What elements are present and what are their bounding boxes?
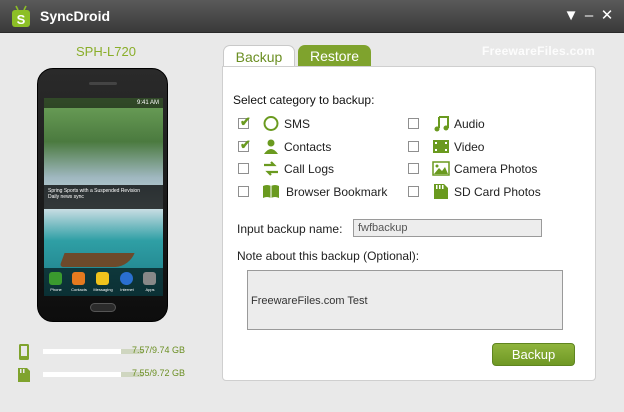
phone-app-icon: [49, 272, 62, 285]
sd-storage-row: 7.55/9.72 GB: [17, 367, 207, 382]
phone-storage-bar: [43, 349, 143, 354]
category-sd-card-photos[interactable]: SD Card Photos: [408, 183, 568, 201]
sd-storage-text: 7.55/9.72 GB: [132, 368, 186, 378]
checkmark-icon: ✔: [240, 114, 251, 129]
phone-storage-bar-fill: [43, 349, 121, 354]
sd-card-photos-checkbox[interactable]: [408, 186, 419, 197]
video-checkbox[interactable]: [408, 141, 419, 152]
phone-screen: 9:41 AM Spring Sports with a Suspended R…: [44, 98, 163, 296]
svg-text:S: S: [17, 12, 26, 27]
messaging-app-icon: [96, 272, 109, 285]
browser-bookmark-checkbox[interactable]: [238, 186, 249, 197]
category-sms[interactable]: ✔ SMS: [238, 115, 388, 133]
browser-bookmark-label: Browser Bookmark: [286, 185, 388, 199]
phone-status-bar: 9:41 AM: [44, 98, 163, 108]
backup-note-textarea[interactable]: FreewareFiles.com Test: [247, 270, 563, 330]
sd-storage-bar: [43, 372, 143, 377]
call-logs-label: Call Logs: [284, 162, 335, 176]
minimize-icon[interactable]: –: [580, 7, 598, 25]
title-bar: S SyncDroid ▼ – ✕: [0, 0, 624, 33]
dock-label: Internet: [120, 287, 134, 292]
category-browser-bookmark[interactable]: Browser Bookmark: [238, 183, 398, 201]
sd-card-photos-icon: [434, 184, 448, 199]
camera-photos-checkbox[interactable]: [408, 163, 419, 174]
phone-dock: Phone Contacts Messaging Internet Apps: [44, 268, 163, 296]
dock-label: Contacts: [71, 287, 87, 292]
section-title: Select category to backup:: [233, 93, 375, 107]
phone-storage-text: 7.57/9.74 GB: [132, 345, 186, 355]
category-audio[interactable]: Audio: [408, 115, 558, 133]
audio-checkbox[interactable]: [408, 118, 419, 129]
backup-button[interactable]: Backup: [492, 343, 575, 366]
app-title: SyncDroid: [40, 8, 111, 24]
category-call-logs[interactable]: Call Logs: [238, 160, 388, 178]
bookmark-icon: [263, 185, 279, 198]
sd-card-photos-label: SD Card Photos: [454, 185, 541, 199]
tab-backup[interactable]: Backup: [223, 45, 295, 67]
device-panel: SPH-L720 9:41 AM Spring Sports with a Su…: [0, 34, 212, 412]
contacts-label: Contacts: [284, 140, 332, 154]
category-contacts[interactable]: ✔ Contacts: [238, 138, 388, 156]
internet-app-icon: [120, 272, 133, 285]
sms-checkbox[interactable]: ✔: [238, 114, 251, 129]
phone-storage-icon: [19, 344, 29, 360]
category-camera-photos[interactable]: Camera Photos: [408, 160, 568, 178]
phone-home-button: [90, 303, 116, 312]
contacts-app-icon: [72, 272, 85, 285]
sd-card-icon: [18, 368, 30, 382]
sd-storage-bar-fill: [43, 372, 121, 377]
contacts-icon: [264, 139, 278, 154]
close-icon[interactable]: ✕: [598, 7, 616, 25]
call-logs-checkbox[interactable]: [238, 163, 249, 174]
camera-photos-icon: [432, 161, 450, 176]
backup-name-label: Input backup name:: [237, 222, 343, 236]
checkmark-icon: ✔: [240, 137, 251, 152]
phone-speaker: [89, 82, 117, 85]
dock-label: Messaging: [93, 287, 113, 292]
apps-icon: [143, 272, 156, 285]
menu-icon[interactable]: ▼: [562, 7, 580, 25]
backup-name-input[interactable]: [353, 219, 542, 237]
widget-subline: Daily news sync: [48, 194, 84, 200]
sms-icon: [263, 116, 279, 131]
phone-storage-row: 7.57/9.74 GB: [17, 344, 207, 360]
video-label: Video: [454, 140, 485, 154]
phone-image: 9:41 AM Spring Sports with a Suspended R…: [37, 68, 168, 322]
audio-label: Audio: [454, 117, 485, 131]
device-name: SPH-L720: [76, 44, 136, 59]
boat-graphic: [59, 253, 135, 267]
watermark: FreewareFiles.com: [482, 44, 596, 58]
sms-label: SMS: [284, 117, 311, 131]
video-icon: [433, 140, 449, 153]
tab-restore[interactable]: Restore: [298, 45, 371, 67]
call-logs-icon: [264, 161, 278, 176]
category-video[interactable]: Video: [408, 138, 558, 156]
audio-icon: [434, 116, 449, 132]
backup-note-label: Note about this backup (Optional):: [237, 249, 420, 263]
phone-news-widget: Spring Sports with a Suspended Revision …: [44, 185, 163, 209]
app-logo-icon: S: [12, 5, 30, 27]
contacts-checkbox[interactable]: ✔: [238, 137, 251, 152]
dock-label: Phone: [50, 287, 62, 292]
camera-photos-label: Camera Photos: [454, 162, 538, 176]
dock-label: Apps: [145, 287, 155, 292]
